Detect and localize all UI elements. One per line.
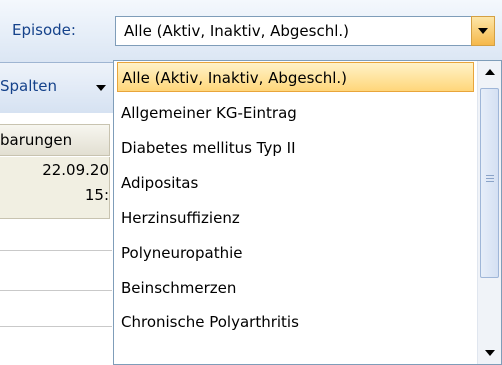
grip-icon	[486, 178, 494, 179]
scroll-up-button[interactable]	[478, 61, 501, 85]
dropdown-scrollbar[interactable]	[477, 61, 501, 364]
table-row[interactable]	[0, 250, 112, 251]
episode-toolbar: Episode: Alle (Aktiv, Inaktiv, Abgeschl.…	[0, 0, 502, 63]
episode-dropdown-button[interactable]	[471, 16, 495, 46]
dropdown-item-beinschmerzen[interactable]: Beinschmerzen	[117, 273, 474, 303]
scrollbar-thumb[interactable]	[480, 88, 499, 278]
dropdown-item-polyarthritis[interactable]: Chronische Polyarthritis	[117, 307, 474, 337]
chevron-down-icon	[478, 28, 488, 34]
table-column-header[interactable]: barungen	[0, 124, 110, 156]
chevron-down-icon[interactable]	[96, 85, 106, 91]
episode-dropdown-list[interactable]: Alle (Aktiv, Inaktiv, Abgeschl.) Allgeme…	[113, 60, 502, 365]
dropdown-item-alle[interactable]: Alle (Aktiv, Inaktiv, Abgeschl.)	[117, 62, 474, 92]
column-header-label: barungen	[0, 131, 73, 149]
table-cell[interactable]: 22.09.20 15:	[0, 157, 110, 219]
episode-combobox-value: Alle (Aktiv, Inaktiv, Abgeschl.)	[124, 22, 350, 40]
cell-date: 22.09.20	[42, 161, 109, 179]
episode-combobox[interactable]: Alle (Aktiv, Inaktiv, Abgeschl.)	[115, 16, 495, 46]
grip-icon	[486, 181, 494, 182]
dropdown-item-diabetes[interactable]: Diabetes mellitus Typ II	[117, 133, 474, 163]
table-row[interactable]	[0, 290, 112, 291]
scroll-down-button[interactable]	[478, 340, 501, 364]
spalten-button[interactable]: Spalten	[0, 77, 57, 95]
dropdown-item-herzinsuffizienz[interactable]: Herzinsuffizienz	[117, 203, 474, 233]
dropdown-item-kg-eintrag[interactable]: Allgemeiner KG-Eintrag	[117, 98, 474, 128]
chevron-down-icon	[485, 350, 495, 356]
dropdown-item-polyneuropathie[interactable]: Polyneuropathie	[117, 238, 474, 268]
table-row[interactable]	[0, 326, 112, 327]
grip-icon	[486, 175, 494, 176]
cell-time: 15:	[84, 186, 109, 204]
dropdown-item-adipositas[interactable]: Adipositas	[117, 168, 474, 198]
chevron-up-icon	[485, 69, 495, 75]
episode-label: Episode:	[12, 21, 76, 39]
